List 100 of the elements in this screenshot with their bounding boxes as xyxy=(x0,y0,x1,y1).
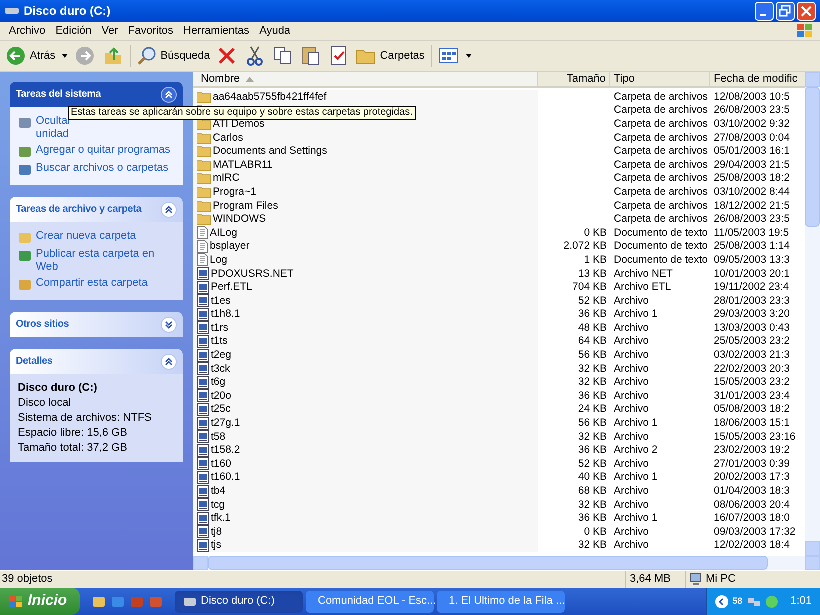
file-name[interactable]: tcg xyxy=(211,498,226,511)
table-cell: Carpeta de archivos xyxy=(614,132,708,144)
file-name[interactable]: Carlos xyxy=(213,132,244,144)
file-name[interactable]: Program Files xyxy=(213,200,278,212)
file-name[interactable]: tj8 xyxy=(211,526,222,538)
file-name[interactable]: t1rs xyxy=(211,322,229,334)
table-cell: 36 KB xyxy=(578,512,607,524)
table-cell: Carpeta de archivos xyxy=(614,90,708,103)
file-name[interactable]: AILog xyxy=(210,226,238,239)
file-name[interactable]: t25c xyxy=(211,403,231,416)
table-cell: 08/06/2003 20:4 xyxy=(714,498,790,511)
file-name[interactable]: t1ts xyxy=(211,335,228,348)
menu-item[interactable]: Favoritos xyxy=(123,22,179,40)
table-cell: Archivo xyxy=(614,485,650,498)
back-button[interactable]: Atrás xyxy=(6,46,56,66)
details-text: Tamaño total: 37,2 GB xyxy=(18,442,128,454)
table-cell: 36 KB xyxy=(578,444,607,456)
panel-header[interactable]: Tareas del sistema xyxy=(10,82,183,107)
table-cell: 29/03/2003 3:20 xyxy=(714,308,790,320)
file-name[interactable]: t2eg xyxy=(211,349,232,362)
table-cell: 05/01/2003 16:1 xyxy=(714,145,790,158)
task-link[interactable]: Agregar o quitar programas xyxy=(36,144,175,157)
menu-item[interactable]: Ayuda xyxy=(254,22,296,40)
column-header[interactable]: Nombre xyxy=(193,72,538,86)
table-cell: 09/05/2003 13:3 xyxy=(714,254,790,266)
table-cell: Archivo xyxy=(614,322,650,334)
table-cell: 26/08/2003 23:5 xyxy=(714,104,790,116)
task-link[interactable]: Crear nueva carpeta xyxy=(36,230,175,243)
file-name[interactable]: ATI Demos xyxy=(213,118,265,130)
panel-header[interactable]: Otros sitios xyxy=(10,312,183,337)
table-cell: Archivo xyxy=(614,403,650,416)
file-name[interactable]: tfk.1 xyxy=(211,512,231,524)
table-cell: 03/02/2003 21:3 xyxy=(714,349,790,362)
file-name[interactable]: t160.1 xyxy=(211,471,240,484)
taskbar-button[interactable]: Disco duro (C:) xyxy=(175,590,303,612)
table-cell: 32 KB xyxy=(578,376,607,388)
file-name[interactable]: Log xyxy=(210,254,228,266)
file-name[interactable]: t1h8.1 xyxy=(211,308,240,320)
file-name[interactable]: Perf.ETL xyxy=(211,281,252,294)
table-cell: 15/05/2003 23:16 xyxy=(714,430,796,443)
table-cell: Archivo xyxy=(614,294,650,307)
menu-item[interactable]: Archivo xyxy=(4,22,51,40)
panel-header[interactable]: Detalles xyxy=(10,349,183,374)
file-name[interactable]: t6g xyxy=(211,376,226,388)
table-cell: Archivo xyxy=(614,458,650,470)
file-name[interactable]: t58 xyxy=(211,430,226,443)
table-cell: 704 KB xyxy=(572,281,607,294)
tooltip: Estas tareas se aplicarán sobre su equipo y sobre estas carpetas protegidas. xyxy=(68,106,416,120)
table-cell: 03/10/2002 9:32 xyxy=(714,118,790,130)
table-cell: 16/07/2003 18:0 xyxy=(714,512,790,524)
file-name[interactable]: t1es xyxy=(211,294,231,307)
table-cell: 32 KB xyxy=(578,498,607,511)
file-name[interactable]: mIRC xyxy=(213,172,240,184)
table-cell: 48 KB xyxy=(578,322,607,334)
file-name[interactable]: t158.2 xyxy=(211,444,240,456)
column-header[interactable]: Tamaño xyxy=(538,72,610,86)
table-cell: 18/12/2002 21:5 xyxy=(714,200,790,212)
table-cell: Carpeta de archivos xyxy=(614,186,708,198)
file-name[interactable]: WINDOWS xyxy=(213,213,266,226)
table-cell: 56 KB xyxy=(578,349,607,362)
table-cell: 0 KB xyxy=(584,526,607,538)
task-link[interactable]: Buscar archivos o carpetas xyxy=(36,162,175,175)
details-text: Sistema de archivos: NTFS xyxy=(18,412,153,424)
file-name[interactable]: t160 xyxy=(211,458,232,470)
taskbar-button[interactable]: Comunidad EOL - Esc... xyxy=(306,590,434,612)
file-name[interactable]: Progra~1 xyxy=(213,186,256,198)
panel-title: Otros sitios xyxy=(16,318,70,332)
table-cell: 24 KB xyxy=(578,403,607,416)
task-link[interactable]: Publicar esta carpeta en Web xyxy=(36,248,175,274)
file-name[interactable]: t20o xyxy=(211,390,232,402)
table-cell: 0 KB xyxy=(584,226,607,239)
table-cell: Carpeta de archivos xyxy=(614,145,708,158)
search-button[interactable]: Búsqueda xyxy=(136,46,210,66)
table-cell: 11/05/2003 19:5 xyxy=(714,226,790,239)
start-button[interactable]: Inicio xyxy=(0,588,80,615)
file-name[interactable]: MATLABR11 xyxy=(213,158,273,171)
task-link[interactable]: Compartir esta carpeta xyxy=(36,277,175,290)
menu-item[interactable]: Edición xyxy=(50,22,97,40)
table-cell: Documento de texto xyxy=(614,226,708,239)
table-cell: 25/08/2003 1:14 xyxy=(714,240,790,252)
menu-item[interactable]: Herramientas xyxy=(178,22,255,40)
file-name[interactable]: tb4 xyxy=(211,485,226,498)
details-text: Disco local xyxy=(18,397,72,409)
column-header[interactable]: Tipo xyxy=(610,72,710,86)
table-cell: 56 KB xyxy=(578,417,607,430)
file-name[interactable]: t3ck xyxy=(211,362,230,375)
file-name[interactable]: t27g.1 xyxy=(211,417,240,430)
menu-item[interactable]: Ver xyxy=(96,22,124,40)
taskbar-button[interactable]: 1. El Ultimo de la Fila ... xyxy=(437,590,565,612)
table-cell: 27/08/2003 0:04 xyxy=(714,132,790,144)
table-cell: 03/10/2002 8:44 xyxy=(714,186,790,198)
file-name[interactable]: bsplayer xyxy=(210,240,250,252)
table-cell: 32 KB xyxy=(578,539,607,552)
table-cell: Archivo xyxy=(614,430,650,443)
folders-button[interactable]: Carpetas xyxy=(356,47,425,65)
panel-header[interactable]: Tareas de archivo y carpeta xyxy=(10,197,183,222)
table-cell: Carpeta de archivos xyxy=(614,158,708,171)
column-header[interactable]: Fecha de modific xyxy=(710,72,805,86)
table-cell: 12/08/2003 10:5 xyxy=(714,90,790,103)
file-name[interactable]: tjs xyxy=(211,539,222,552)
